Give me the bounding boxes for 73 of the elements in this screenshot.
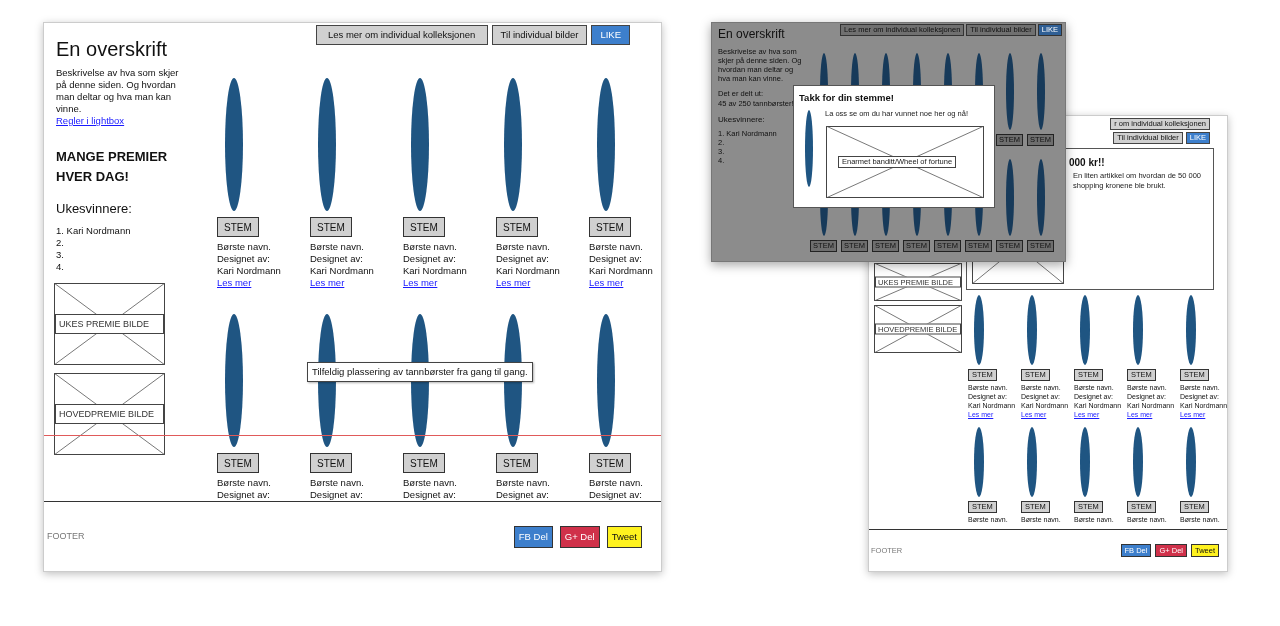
rules-link[interactable]: Regler i lightbox — [56, 115, 125, 127]
read-more-link[interactable]: Les mer — [496, 277, 531, 289]
card-text: Børste navn. — [310, 477, 364, 489]
promo-heading: MANGE PREMIER HVER DAG! — [56, 148, 169, 186]
oval-shape — [1186, 295, 1196, 365]
card-text: Børste navn. — [496, 241, 550, 253]
read-more-link[interactable]: Les mer — [403, 277, 438, 289]
card-text: Designet av: — [589, 489, 642, 501]
card-text: Designet av: — [403, 489, 456, 501]
page-title: En overskrift — [718, 27, 786, 41]
card-text: Designet av: — [310, 489, 363, 501]
oval-shape — [1186, 427, 1196, 497]
oval-shape — [1080, 295, 1090, 365]
modal-title: Takk for din stemme! — [799, 91, 894, 105]
card-text: Børste navn. — [589, 241, 643, 253]
vote-button[interactable]: STEM — [589, 453, 631, 473]
card-text: Designet av: — [310, 253, 363, 265]
tooltip: Tilfeldig plassering av tannbørster fra gang til gang. — [307, 362, 533, 383]
card-text: Kari Nordmann — [217, 265, 281, 277]
card-text: Kari Nordmann — [310, 265, 374, 277]
footer-label: FOOTER — [47, 529, 85, 543]
read-more-link[interactable]: Les mer — [589, 277, 624, 289]
vote-button[interactable]: STEM — [496, 453, 538, 473]
card-text: Designet av: — [217, 489, 270, 501]
button[interactable]: G+ Del — [559, 525, 600, 548]
winner-item: 4. — [56, 261, 64, 273]
card-text: Kari Nordmann — [496, 265, 560, 277]
card-text: Designet av: — [217, 253, 270, 265]
card-text: Designet av: — [589, 253, 642, 265]
button[interactable]: FB Del — [513, 525, 553, 548]
read-more-link[interactable]: Les mer — [217, 277, 252, 289]
oval-shape — [1133, 295, 1143, 365]
vote-button[interactable]: STEM — [496, 217, 538, 237]
vote-button[interactable]: STEM — [310, 453, 352, 473]
article-heading: 000 kr!! — [1069, 156, 1105, 170]
image-caption: HOVEDPREMIE BILDE — [55, 404, 164, 424]
card-text: Børste navn. — [217, 477, 271, 489]
page-title: En overskrift — [56, 37, 169, 61]
winners-heading: Ukesvinnere: — [56, 201, 133, 217]
image-caption: UKES PREMIE BILDE — [55, 314, 164, 334]
winner-item: 3. — [56, 249, 64, 261]
vote-button[interactable]: STEM — [589, 217, 631, 237]
oval-shape — [1027, 295, 1037, 365]
card-text: Kari Nordmann — [403, 265, 467, 277]
card-text: Børste navn. — [496, 477, 550, 489]
oval-shape — [1133, 427, 1143, 497]
vote-button[interactable]: STEM — [403, 217, 445, 237]
page-description: Beskrivelse av hva som skjer på denne siden. Og hvordan man deltar og hva man kan vinne. — [56, 67, 180, 115]
winners-heading: Ukesvinnere: — [718, 115, 766, 125]
card-text: Børste navn. — [589, 477, 643, 489]
oval-shape — [974, 295, 984, 365]
card-text: Designet av: — [403, 253, 456, 265]
card-text: Børste navn. — [403, 477, 457, 489]
vote-button[interactable]: STEM — [310, 217, 352, 237]
card-text: Børste navn. — [217, 241, 271, 253]
card-text: Designet av: — [496, 253, 549, 265]
card-text: Børste navn. — [403, 241, 457, 253]
vote-button[interactable]: STEM — [217, 217, 259, 237]
vote-button[interactable]: STEM — [217, 453, 259, 473]
oval-shape — [1080, 427, 1090, 497]
card-text: Designet av: — [496, 489, 549, 501]
button[interactable]: Les mer om individual kolleksjonen — [315, 25, 488, 45]
vote-button[interactable]: STEM — [403, 453, 445, 473]
oval-shape — [1027, 427, 1037, 497]
button[interactable]: Til individual bilder — [491, 25, 588, 45]
card-text: Kari Nordmann — [589, 265, 653, 277]
button[interactable]: LIKE — [591, 25, 630, 45]
winner-item: 1. Kari Nordmann — [56, 225, 131, 237]
oval-shape — [974, 427, 984, 497]
button[interactable]: Tweet — [606, 525, 642, 548]
card-text: Børste navn. — [310, 241, 364, 253]
read-more-link[interactable]: Les mer — [310, 277, 345, 289]
winner-item: 2. — [56, 237, 64, 249]
